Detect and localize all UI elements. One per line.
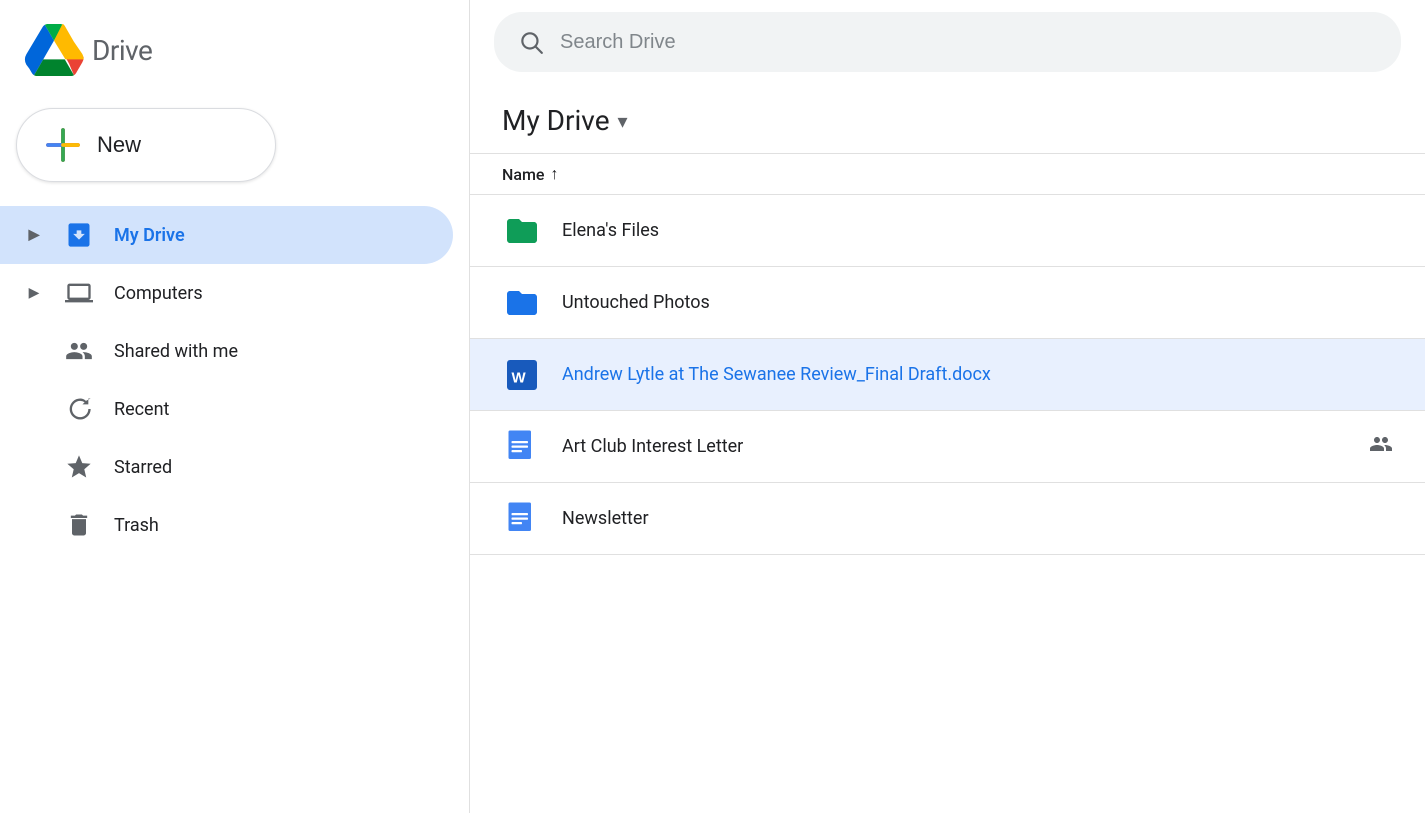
drive-title: My Drive: [502, 104, 610, 137]
sidebar: Drive New ▶ My Drive ▶ Computers: [0, 0, 470, 813]
file-name: Art Club Interest Letter: [562, 436, 1341, 457]
table-row[interactable]: Newsletter: [470, 483, 1425, 555]
folder-green-icon: [502, 211, 542, 251]
table-row[interactable]: Elena's Files: [470, 195, 1425, 267]
drive-header: My Drive ▾: [470, 84, 1425, 154]
table-row[interactable]: Untouched Photos: [470, 267, 1425, 339]
file-name: Elena's Files: [562, 220, 1393, 241]
file-name: Andrew Lytle at The Sewanee Review_Final…: [562, 364, 1393, 385]
sidebar-item-label-computers: Computers: [114, 283, 203, 304]
sidebar-item-label-starred: Starred: [114, 457, 172, 478]
word-doc-icon: W: [502, 355, 542, 395]
expand-icon[interactable]: ▶: [24, 225, 44, 245]
main-content: My Drive ▾ Name ↑ Elena's Files Untouche…: [470, 0, 1425, 813]
sidebar-item-computers[interactable]: ▶ Computers: [0, 264, 453, 322]
search-bar[interactable]: [494, 12, 1401, 72]
search-icon: [518, 29, 544, 55]
column-name-header[interactable]: Name ↑: [502, 164, 558, 184]
file-name: Newsletter: [562, 508, 1393, 529]
folder-blue-icon: [502, 283, 542, 323]
sidebar-item-my-drive[interactable]: ▶ My Drive: [0, 206, 453, 264]
svg-text:W: W: [512, 369, 527, 386]
new-button[interactable]: New: [16, 108, 276, 182]
computers-icon: [64, 278, 94, 308]
sidebar-nav: ▶ My Drive ▶ Computers Shared with me: [0, 206, 469, 554]
file-list: Name ↑ Elena's Files Untouched Photos W: [470, 154, 1425, 813]
sidebar-item-label-trash: Trash: [114, 515, 159, 536]
drive-dropdown-chevron[interactable]: ▾: [618, 109, 628, 133]
shared-users-icon: [1369, 432, 1393, 461]
column-name-label: Name: [502, 165, 544, 184]
trash-icon: [64, 510, 94, 540]
sidebar-item-shared[interactable]: Shared with me: [0, 322, 453, 380]
search-input[interactable]: [560, 31, 1377, 54]
logo-text: Drive: [92, 34, 152, 67]
my-drive-icon: [64, 220, 94, 250]
sidebar-item-recent[interactable]: Recent: [0, 380, 453, 438]
recent-icon: [64, 394, 94, 424]
file-list-header: Name ↑: [470, 154, 1425, 195]
sidebar-item-label-my-drive: My Drive: [114, 225, 185, 246]
table-row[interactable]: Art Club Interest Letter: [470, 411, 1425, 483]
google-drive-logo: [24, 24, 84, 76]
table-row[interactable]: W Andrew Lytle at The Sewanee Review_Fin…: [470, 339, 1425, 411]
sidebar-item-starred[interactable]: Starred: [0, 438, 453, 496]
sidebar-item-label-recent: Recent: [114, 399, 169, 420]
starred-icon: [64, 452, 94, 482]
google-doc-icon: [502, 427, 542, 467]
sidebar-item-label-shared: Shared with me: [114, 341, 238, 362]
drive-title-row: My Drive ▾: [502, 104, 1393, 153]
expand-icon-computers[interactable]: ▶: [24, 283, 44, 303]
sort-arrow-icon: ↑: [550, 164, 558, 184]
google-doc-icon-2: [502, 499, 542, 539]
sidebar-item-trash[interactable]: Trash: [0, 496, 453, 554]
new-label: New: [97, 132, 141, 158]
logo-area: Drive: [0, 16, 469, 100]
file-name: Untouched Photos: [562, 292, 1393, 313]
shared-with-me-icon: [64, 336, 94, 366]
plus-icon: [45, 127, 81, 163]
